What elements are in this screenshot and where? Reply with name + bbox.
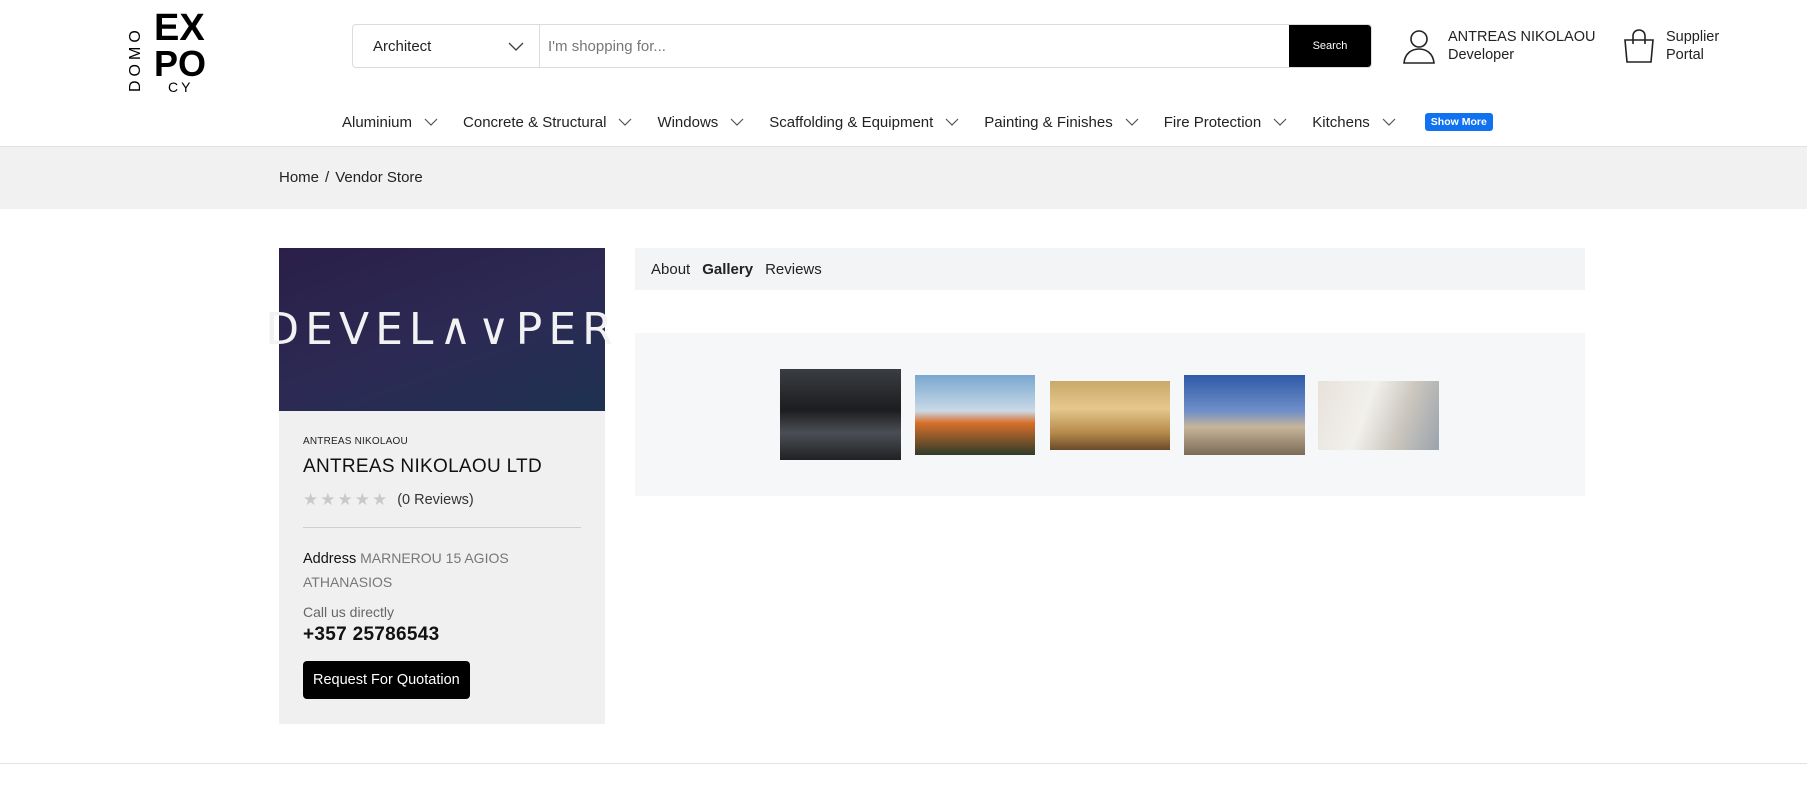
gallery-image-roof-workers[interactable]: [1184, 375, 1305, 455]
gallery-image-architect-model[interactable]: [1318, 381, 1439, 450]
vendor-tabs: About Gallery Reviews: [635, 248, 1585, 290]
nav-item-painting[interactable]: Painting & Finishes: [984, 113, 1139, 131]
chevron-down-icon: [1125, 118, 1139, 126]
call-label: Call us directly: [303, 604, 395, 620]
tab-reviews[interactable]: Reviews: [765, 261, 822, 278]
gallery-panel: [635, 333, 1585, 496]
account-name: ANTREAS NIKOLAOU: [1448, 29, 1596, 45]
vendor-owner-name: ANTREAS NIKOLAOU: [303, 436, 408, 447]
category-select-value: Architect: [373, 37, 432, 55]
breadcrumb-separator: /: [325, 169, 330, 186]
vendor-address: Address MARNEROU 15 AGIOS ATHANASIOS: [303, 547, 581, 594]
breadcrumb-bar: Home / Vendor Store: [0, 147, 1807, 209]
breadcrumb-current: Vendor Store: [335, 169, 423, 186]
gallery-image-interior[interactable]: [780, 369, 901, 460]
search-button[interactable]: Search: [1289, 25, 1371, 67]
reviews-count[interactable]: (0 Reviews): [397, 492, 474, 508]
nav-item-label: Fire Protection: [1163, 113, 1262, 131]
gallery-image-surveyor[interactable]: [915, 375, 1035, 455]
card-divider: [303, 527, 581, 528]
star-rating-icon: ★★★★★: [303, 490, 390, 509]
vendor-card: DEVEL∧∨PER ANTREAS NIKOLAOU ANTREAS NIKO…: [265, 248, 613, 724]
chevron-down-icon: [730, 118, 744, 126]
nav-item-concrete[interactable]: Concrete & Structural: [463, 114, 632, 131]
supplier-line2: Portal: [1666, 47, 1704, 63]
address-label: Address: [303, 551, 357, 567]
vendor-company-name: ANTREAS NIKOLAOU LTD: [303, 456, 542, 477]
chevron-down-icon: [424, 118, 438, 126]
shopping-bag-icon: [1624, 29, 1654, 63]
vendor-rating: ★★★★★ (0 Reviews): [303, 490, 581, 510]
breadcrumb-home[interactable]: Home: [279, 169, 319, 186]
nav-item-label: Scaffolding & Equipment: [769, 113, 934, 131]
search-bar: Architect Search: [352, 24, 1372, 68]
chevron-down-icon: [508, 42, 524, 51]
svg-text:CY: CY: [168, 79, 193, 95]
nav-item-label: Concrete & Structural: [463, 113, 607, 131]
chevron-down-icon: [1273, 118, 1287, 126]
nav-item-label: Windows: [657, 113, 719, 131]
category-select[interactable]: Architect: [353, 25, 540, 67]
nav-item-label: Painting & Finishes: [984, 113, 1113, 131]
search-input[interactable]: [540, 25, 1289, 67]
tab-gallery[interactable]: Gallery: [702, 261, 753, 278]
chevron-down-icon: [945, 118, 959, 126]
gallery-image-framing[interactable]: [1050, 381, 1170, 450]
nav-item-label: Aluminium: [342, 113, 413, 131]
nav-item-label: Kitchens: [1312, 113, 1370, 131]
nav-item-windows[interactable]: Windows: [657, 114, 744, 131]
supplier-portal-link[interactable]: Supplier Portal: [1622, 28, 1719, 64]
user-icon: [1403, 30, 1435, 64]
nav-item-fire-protection[interactable]: Fire Protection: [1164, 114, 1288, 131]
account-menu[interactable]: ANTREAS NIKOLAOU Developer: [1402, 28, 1595, 64]
nav-item-scaffolding[interactable]: Scaffolding & Equipment: [769, 114, 959, 131]
site-logo[interactable]: EX PO CY DOMO: [124, 0, 212, 96]
vendor-banner-logo: DEVEL∧∨PER: [265, 304, 619, 355]
svg-text:DOMO: DOMO: [127, 26, 144, 92]
nav-item-kitchens[interactable]: Kitchens: [1312, 114, 1396, 131]
breadcrumb: Home / Vendor Store: [279, 169, 423, 186]
tab-about[interactable]: About: [651, 261, 690, 278]
chevron-down-icon: [1382, 118, 1396, 126]
supplier-line1: Supplier: [1666, 29, 1720, 45]
vendor-banner: DEVEL∧∨PER: [265, 248, 613, 411]
svg-text:PO: PO: [154, 43, 206, 84]
chevron-down-icon: [619, 118, 632, 126]
nav-item-aluminium[interactable]: Aluminium: [342, 114, 438, 131]
account-role: Developer: [1448, 47, 1515, 63]
show-more-button[interactable]: Show More: [1424, 113, 1493, 131]
request-quotation-button[interactable]: Request For Quotation: [303, 661, 470, 699]
vendor-phone[interactable]: +357 25786543: [303, 624, 581, 646]
footer-divider: [0, 763, 1807, 764]
main-nav: Aluminium Concrete & Structural Windows …: [342, 111, 1493, 133]
